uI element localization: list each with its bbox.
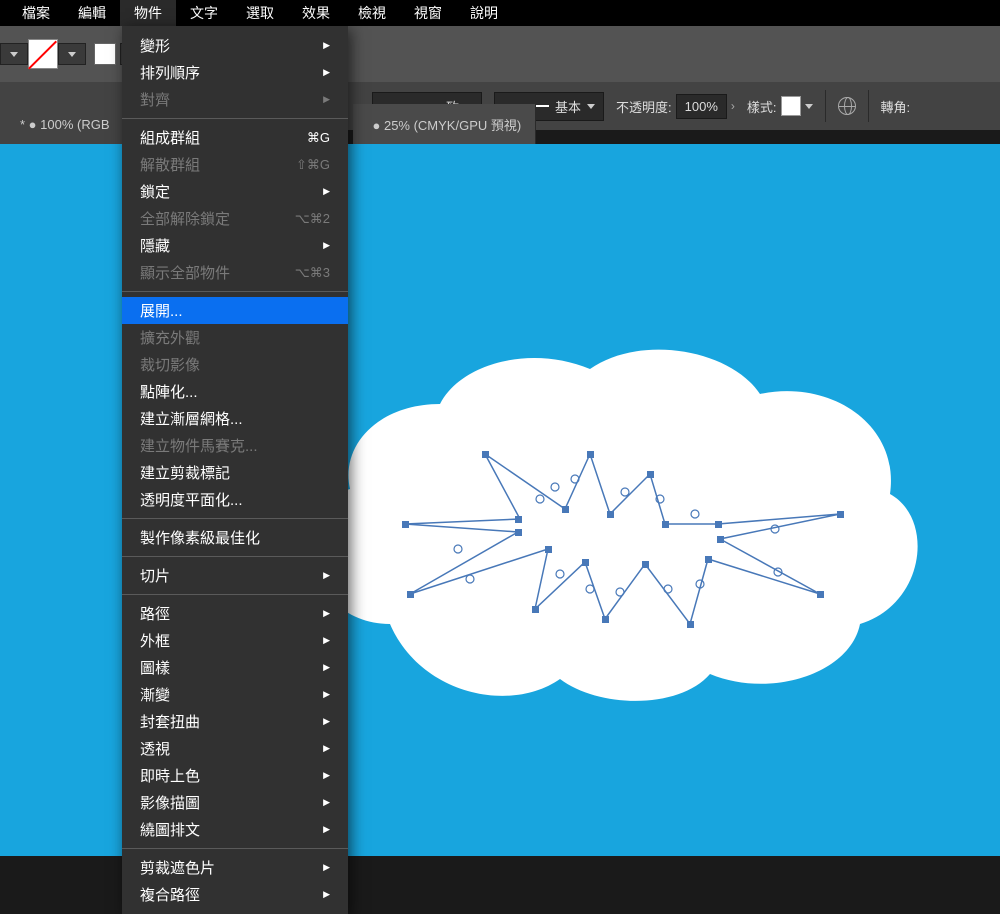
menubar-item[interactable]: 物件: [120, 0, 176, 27]
menu-item[interactable]: 繞圖排文: [122, 816, 348, 843]
menubar-item[interactable]: 選取: [232, 0, 288, 27]
menu-item-label: 漸變: [140, 684, 170, 705]
menu-item[interactable]: 即時上色: [122, 762, 348, 789]
tab-label: * ● 100% (RGB: [20, 117, 110, 132]
menu-item-label: 切片: [140, 565, 170, 586]
menu-item-label: 鎖定: [140, 181, 170, 202]
menu-item-label: 裁切影像: [140, 354, 200, 375]
menu-item-label: 製作像素級最佳化: [140, 527, 260, 548]
menu-item-label: 擴充外觀: [140, 327, 200, 348]
menubar-item[interactable]: 效果: [288, 0, 344, 27]
menu-item[interactable]: 展開...: [122, 297, 348, 324]
menu-item-label: 外框: [140, 630, 170, 651]
menu-item: 全部解除鎖定 ⌥⌘2: [122, 205, 348, 232]
menu-item[interactable]: 製作像素級最佳化: [122, 524, 348, 551]
no-fill-swatch[interactable]: [28, 39, 58, 69]
menubar-item[interactable]: 編輯: [64, 0, 120, 27]
menu-item[interactable]: 隱藏: [122, 232, 348, 259]
chevron-down-icon: [68, 52, 76, 57]
menu-item-label: 組成群組: [140, 127, 200, 148]
menu-item-label: 建立剪裁標記: [140, 462, 230, 483]
menu-shortcut: ⇧⌘G: [296, 157, 330, 173]
menu-item[interactable]: 漸變: [122, 681, 348, 708]
menu-item: 擴充外觀: [122, 324, 348, 351]
menubar-item[interactable]: 檔案: [8, 0, 64, 27]
menu-item[interactable]: 鎖定: [122, 178, 348, 205]
menu-item[interactable]: 外框: [122, 627, 348, 654]
document-tab-1[interactable]: * ● 100% (RGB: [0, 104, 125, 144]
menu-item[interactable]: 影像描圖: [122, 789, 348, 816]
menu-item[interactable]: 圖樣: [122, 654, 348, 681]
menu-shortcut: ⌘G: [307, 130, 330, 146]
tab-label: ● 25% (CMYK/GPU 預視): [373, 115, 522, 134]
menu-item[interactable]: 排列順序: [122, 59, 348, 86]
menu-item[interactable]: 建立剪裁標記: [122, 459, 348, 486]
menu-item-label: 即時上色: [140, 765, 200, 786]
menu-item-label: 複合路徑: [140, 884, 200, 905]
menubar-item[interactable]: 檢視: [344, 0, 400, 27]
menu-item-label: 顯示全部物件: [140, 262, 230, 283]
menu-item-label: 繞圖排文: [140, 819, 200, 840]
menu-shortcut: ⌥⌘2: [295, 211, 330, 227]
fill-dropdown[interactable]: [0, 43, 28, 65]
menu-item: 建立物件馬賽克...: [122, 432, 348, 459]
menu-separator: [122, 291, 348, 292]
menu-item[interactable]: 路徑: [122, 600, 348, 627]
menu-item[interactable]: 點陣化...: [122, 378, 348, 405]
menu-item-label: 隱藏: [140, 235, 170, 256]
menu-item-label: 排列順序: [140, 62, 200, 83]
menu-item-label: 點陣化...: [140, 381, 198, 402]
menubar: 檔案編輯物件文字選取效果檢視視窗說明: [0, 0, 1000, 26]
menu-item[interactable]: 剪裁遮色片: [122, 854, 348, 881]
stroke-dropdown[interactable]: [58, 43, 86, 65]
menubar-item[interactable]: 視窗: [400, 0, 456, 27]
menu-item: 顯示全部物件 ⌥⌘3: [122, 259, 348, 286]
menu-item-label: 全部解除鎖定: [140, 208, 230, 229]
menu-item[interactable]: 透視: [122, 735, 348, 762]
menu-separator: [122, 848, 348, 849]
menubar-item[interactable]: 說明: [456, 0, 512, 27]
chevron-down-icon: [10, 52, 18, 57]
menu-item[interactable]: 建立漸層網格...: [122, 405, 348, 432]
menu-item-label: 展開...: [140, 300, 183, 321]
artwork-shape[interactable]: [310, 344, 920, 724]
menubar-item[interactable]: 文字: [176, 0, 232, 27]
menu-item[interactable]: 切片: [122, 562, 348, 589]
menu-item-label: 路徑: [140, 603, 170, 624]
menu-item[interactable]: 組成群組 ⌘G: [122, 124, 348, 151]
menu-item-label: 變形: [140, 35, 170, 56]
menu-item-label: 影像描圖: [140, 792, 200, 813]
menu-item: 對齊: [122, 86, 348, 113]
menu-item[interactable]: 透明度平面化...: [122, 486, 348, 513]
menu-item-label: 建立物件馬賽克...: [140, 435, 258, 456]
menu-shortcut: ⌥⌘3: [295, 265, 330, 281]
menu-item: 裁切影像: [122, 351, 348, 378]
menu-item[interactable]: 複合路徑: [122, 881, 348, 908]
menu-item-label: 封套扭曲: [140, 711, 200, 732]
menu-separator: [122, 556, 348, 557]
menu-item[interactable]: 變形: [122, 32, 348, 59]
swatch-square[interactable]: [94, 43, 116, 65]
menu-item[interactable]: 封套扭曲: [122, 708, 348, 735]
menu-item-label: 對齊: [140, 89, 170, 110]
menu-item-label: 剪裁遮色片: [140, 857, 215, 878]
menu-item-label: 圖樣: [140, 657, 170, 678]
menu-separator: [122, 118, 348, 119]
menu-item: 解散群組 ⇧⌘G: [122, 151, 348, 178]
object-menu-dropdown: 變形排列順序對齊組成群組 ⌘G 解散群組 ⇧⌘G 鎖定全部解除鎖定 ⌥⌘2 隱藏顯示全部物件…: [122, 26, 348, 914]
menu-item-label: 建立漸層網格...: [140, 408, 243, 429]
menu-item-label: 解散群組: [140, 154, 200, 175]
menu-separator: [122, 518, 348, 519]
document-tab-2[interactable]: ● 25% (CMYK/GPU 預視): [353, 104, 537, 144]
menu-separator: [122, 594, 348, 595]
menu-item-label: 透視: [140, 738, 170, 759]
menu-item-label: 透明度平面化...: [140, 489, 243, 510]
